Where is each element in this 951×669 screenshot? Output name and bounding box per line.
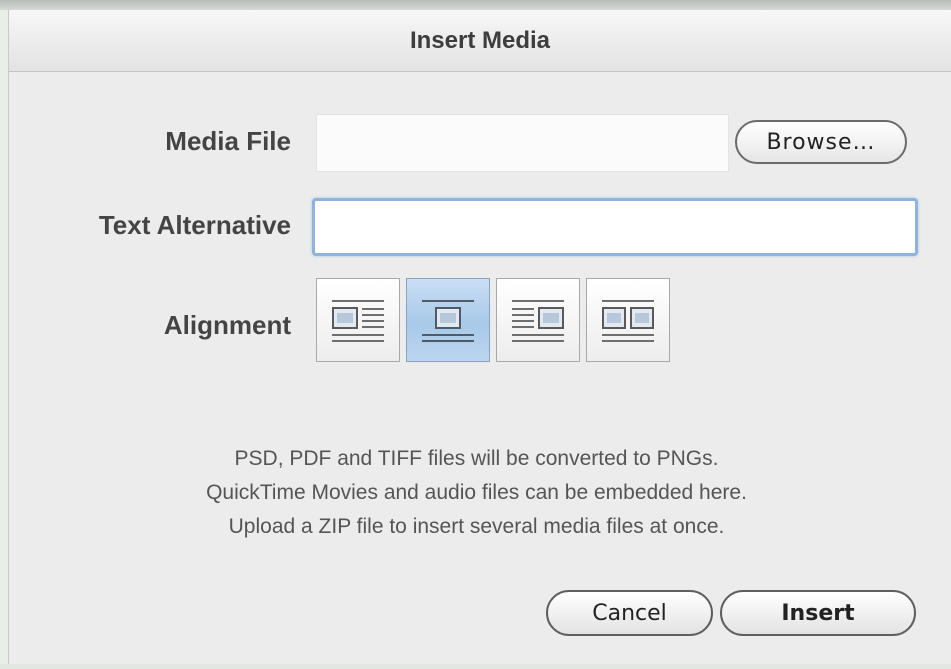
alignment-label: Alignment [163,310,291,340]
insert-media-dialog: Insert Media Media File Browse… Text Alt… [8,10,951,665]
info-line: Upload a ZIP file to insert several medi… [228,515,725,538]
image-left-text-right-icon [332,300,384,342]
align-left-button[interactable] [316,278,400,362]
info-text: PSD, PDF and TIFF files will be converte… [9,442,944,544]
background-window-strip [0,0,951,10]
media-file-field[interactable] [316,114,729,172]
bottom-edge [0,664,951,669]
insert-button[interactable]: Insert [720,590,916,636]
image-right-text-left-icon [512,300,564,342]
dialog-titlebar: Insert Media [9,10,951,72]
info-line: QuickTime Movies and audio files can be … [206,481,747,504]
image-center-icon [422,300,474,342]
alignment-segmented-control [316,278,670,364]
two-images-icon [602,300,654,342]
align-right-button[interactable] [496,278,580,362]
align-double-button[interactable] [586,278,670,362]
media-file-label: Media File [165,126,291,156]
text-alternative-input[interactable] [312,198,918,256]
text-alternative-label: Text Alternative [98,210,291,240]
screen: Insert Media Media File Browse… Text Alt… [0,0,951,669]
cancel-button[interactable]: Cancel [546,590,713,636]
dialog-title: Insert Media [409,26,551,54]
browse-button[interactable]: Browse… [735,120,907,164]
align-center-button[interactable] [406,278,490,362]
info-line: PSD, PDF and TIFF files will be converte… [234,447,719,470]
